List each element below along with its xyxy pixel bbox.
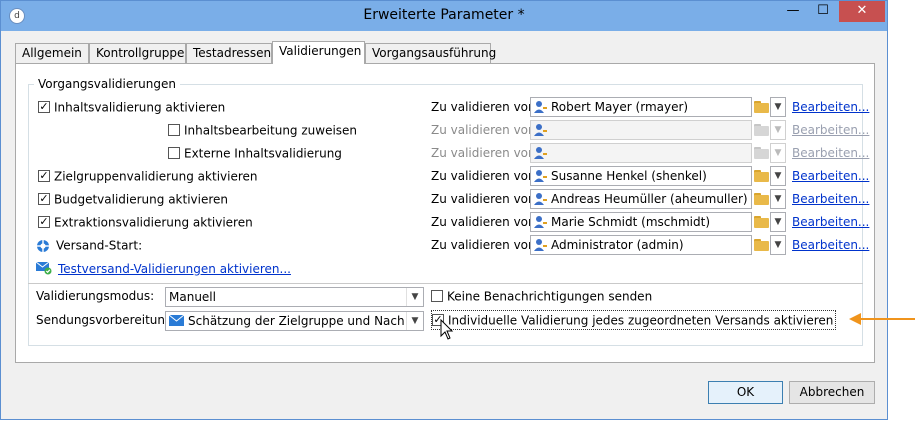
chevron-down-icon[interactable]: ▼ — [770, 235, 786, 255]
dialog-window: d Erweiterte Parameter * — ☐ ✕ Allgemein… — [0, 0, 888, 420]
mode-select[interactable]: Manuell ▼ — [165, 287, 424, 307]
maximize-button[interactable]: ☐ — [809, 1, 837, 22]
validator-field[interactable]: Andreas Heumüller (aheumuller) — [530, 189, 752, 209]
edit-link[interactable]: Bearbeiten... — [792, 97, 869, 117]
validate-by-label: Zu validieren von: — [431, 169, 540, 183]
tab-kontrollgruppe[interactable]: Kontrollgruppe — [89, 43, 186, 63]
folder-icon — [754, 147, 770, 159]
mode-label: Validierungsmodus: — [36, 289, 155, 303]
mail-check-icon — [36, 261, 52, 275]
folder-icon[interactable] — [754, 101, 770, 113]
extraction-validation-checkbox[interactable]: ✓ Extraktionsvalidierung aktivieren — [38, 212, 253, 232]
validate-by-label: Zu validieren von: — [431, 215, 540, 229]
user-key-icon — [534, 216, 547, 228]
chevron-down-icon[interactable]: ▼ — [770, 97, 786, 117]
callout-arrow-icon — [849, 313, 915, 325]
user-key-icon — [534, 193, 547, 205]
edit-link[interactable]: Bearbeiten... — [792, 235, 869, 255]
validate-by-label: Zu validieren von: — [431, 100, 540, 114]
folder-icon[interactable] — [754, 193, 770, 205]
chevron-down-icon[interactable]: ▼ — [770, 212, 786, 232]
cancel-button[interactable]: Abbrechen — [789, 381, 875, 404]
tab-vorgangsausfuehrung[interactable]: Vorgangsausführung — [365, 43, 496, 63]
chevron-down-icon: ▼ — [770, 120, 786, 140]
validator-field — [530, 143, 752, 163]
ok-button[interactable]: OK — [708, 381, 783, 404]
edit-link[interactable]: Bearbeiten... — [792, 189, 869, 209]
target-validation-checkbox[interactable]: ✓ Zielgruppenvalidierung aktivieren — [38, 166, 258, 186]
test-validation-link[interactable]: Testversand-Validierungen aktivieren... — [58, 259, 291, 279]
title-bar: d Erweiterte Parameter * — ☐ ✕ — [1, 1, 887, 31]
edit-link[interactable]: Bearbeiten... — [792, 212, 869, 232]
separator — [28, 283, 863, 284]
checkbox-checked-icon: ✓ — [38, 191, 50, 205]
validate-by-label: Zu validieren von: — [431, 192, 540, 206]
user-key-icon — [534, 101, 547, 113]
chevron-down-icon: ▼ — [406, 288, 423, 306]
validate-by-label: Zu validieren von: — [431, 238, 540, 252]
chevron-down-icon: ▼ — [406, 312, 423, 330]
validate-by-label: Zu validieren von: — [431, 123, 540, 137]
user-key-icon — [534, 170, 547, 182]
validation-panel: Vorgangsvalidierungen ✓ Inhaltsvalidierun… — [15, 63, 875, 363]
checkbox-checked-icon: ✓ — [38, 168, 50, 182]
edit-link: Bearbeiten... — [792, 146, 870, 160]
validator-field[interactable]: Susanne Henkel (shenkel) — [530, 166, 752, 186]
prep-select[interactable]: Schätzung der Zielgruppe und Nachrichte … — [165, 311, 424, 331]
external-validation-checkbox[interactable]: Externe Inhaltsvalidierung — [168, 143, 342, 163]
close-button[interactable]: ✕ — [839, 1, 885, 22]
validate-by-label: Zu validieren von: — [431, 146, 540, 160]
envelope-icon — [169, 315, 184, 326]
chevron-down-icon[interactable]: ▼ — [770, 166, 786, 186]
no-notifications-checkbox[interactable]: Keine Benachrichtigungen senden — [431, 286, 652, 306]
folder-icon[interactable] — [754, 216, 770, 228]
content-validation-checkbox[interactable]: ✓ Inhaltsvalidierung aktivieren — [38, 97, 225, 117]
lifebuoy-icon — [37, 239, 49, 252]
delivery-start-row: Versand-Start: — [36, 235, 142, 255]
checkbox-checked-icon: ✓ — [38, 99, 50, 113]
delivery-start-label: Versand-Start: — [56, 238, 143, 253]
user-key-icon — [534, 147, 547, 159]
mouse-cursor-icon — [440, 319, 454, 340]
validator-field[interactable]: Administrator (admin) — [530, 235, 752, 255]
checkbox-icon — [431, 289, 443, 302]
validator-field — [530, 120, 752, 140]
edit-link[interactable]: Bearbeiten... — [792, 166, 869, 186]
chevron-down-icon[interactable]: ▼ — [770, 189, 786, 209]
checkbox-icon — [168, 146, 180, 159]
user-key-icon — [534, 124, 547, 136]
individual-validation-checkbox[interactable]: ✓ Individuelle Validierung jedes zugeordn… — [431, 310, 837, 330]
tab-testadressen[interactable]: Testadressen — [186, 43, 272, 63]
user-key-icon — [534, 239, 547, 251]
window-title: Erweiterte Parameter * — [363, 7, 525, 23]
validator-field[interactable]: Robert Mayer (rmayer) — [530, 97, 752, 117]
budget-validation-checkbox[interactable]: ✓ Budgetvalidierung aktivieren — [38, 189, 228, 209]
tab-allgemein[interactable]: Allgemein — [15, 43, 89, 63]
checkbox-icon — [168, 123, 180, 136]
chevron-down-icon: ▼ — [770, 143, 786, 163]
minimize-button[interactable]: — — [779, 1, 807, 22]
checkbox-checked-icon: ✓ — [38, 214, 50, 228]
validator-field[interactable]: Marie Schmidt (mschmidt) — [530, 212, 752, 232]
content-editing-checkbox[interactable]: Inhaltsbearbeitung zuweisen — [168, 120, 357, 140]
group-legend: Vorgangsvalidierungen — [34, 77, 180, 91]
edit-link: Bearbeiten... — [792, 123, 870, 137]
prep-label: Sendungsvorbereitung: — [36, 313, 177, 327]
folder-icon[interactable] — [754, 239, 770, 251]
folder-icon — [754, 124, 770, 136]
folder-icon[interactable] — [754, 170, 770, 182]
tab-validierungen[interactable]: Validierungen — [272, 41, 365, 64]
